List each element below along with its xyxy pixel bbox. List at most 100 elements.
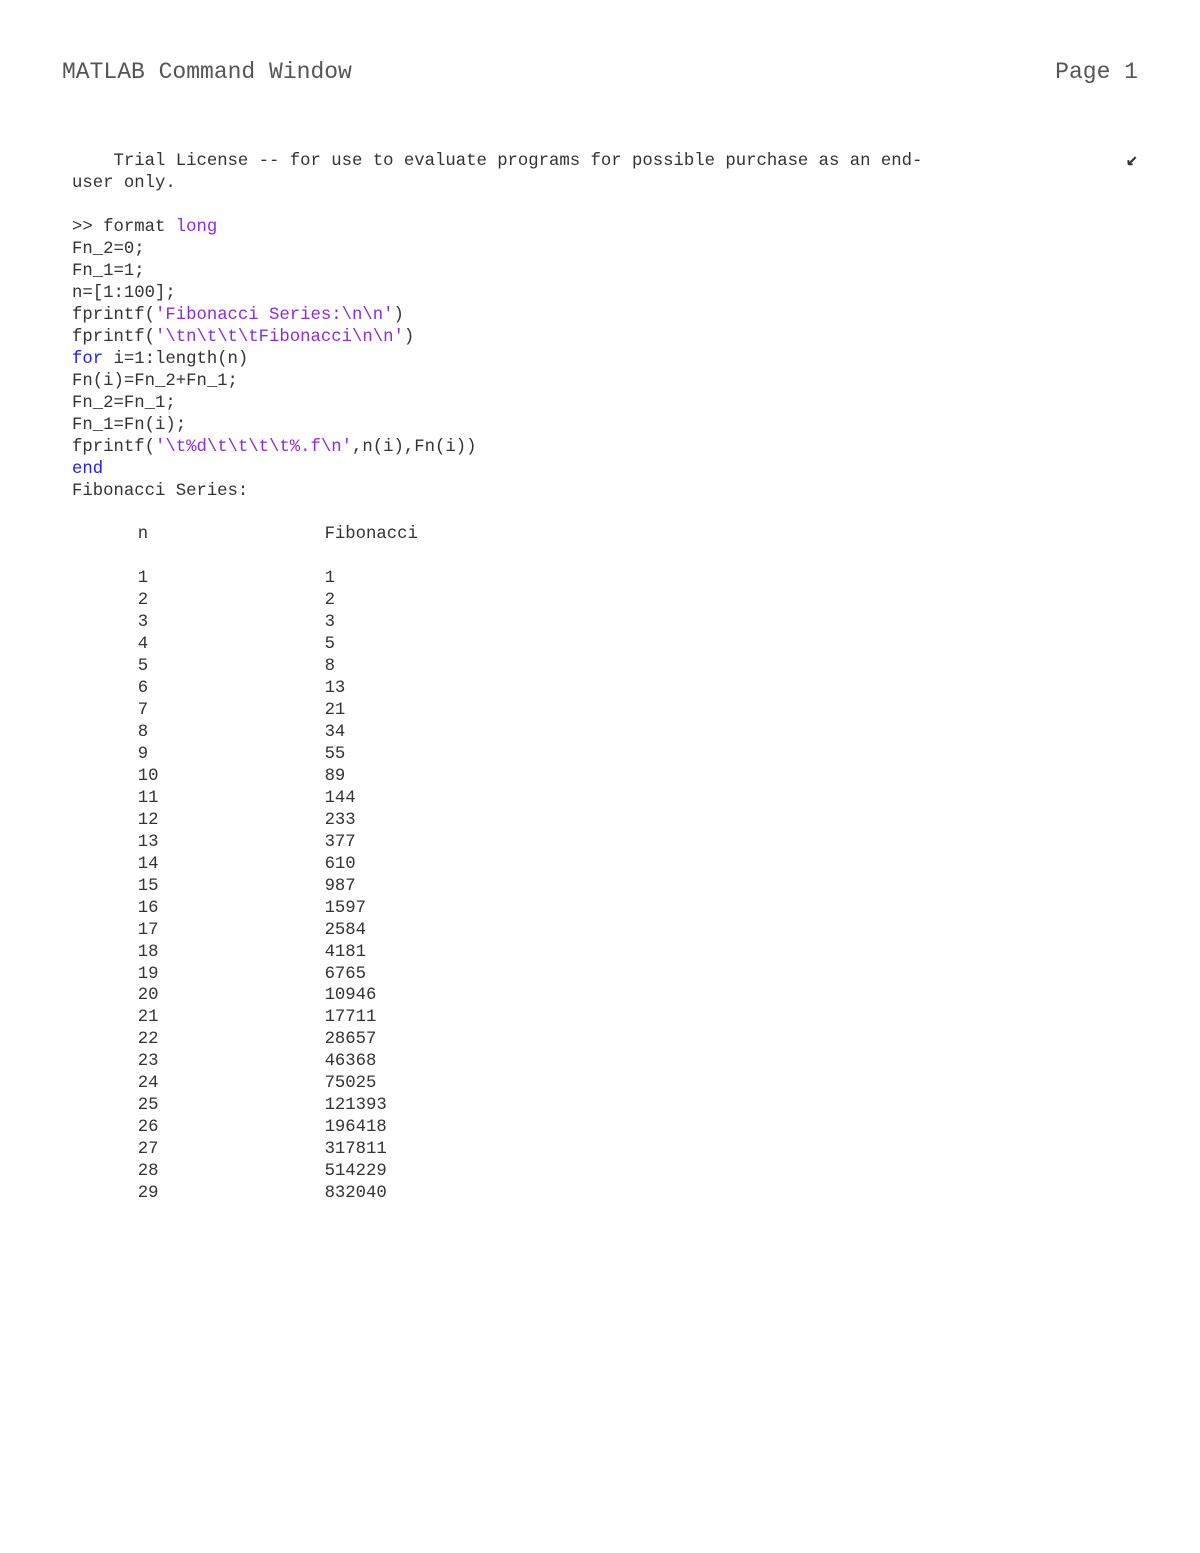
license-line-2: user only. [72,173,1138,195]
output-cell-fibonacci: 10946 [325,985,377,1007]
output-header-n: n [138,524,325,546]
output-row: 28514229 [72,1161,1138,1183]
output-row: 12233 [72,810,1138,832]
output-cell-fibonacci: 8 [325,656,335,678]
output-cell-n: 18 [138,942,325,964]
output-row: 26196418 [72,1117,1138,1139]
page: MATLAB Command Window Page 1 Trial Licen… [0,0,1200,1553]
code-text: ,n(i),Fn(i)) [352,438,476,457]
license-text-1-content: Trial License -- for use to evaluate pro… [113,152,922,171]
output-row: 2228657 [72,1029,1138,1051]
code-line: Fn_2=0; [72,239,1138,261]
output-cell-fibonacci: 75025 [325,1073,377,1095]
output-cell-n: 16 [138,898,325,920]
output-cell-fibonacci: 987 [325,876,356,898]
output-cell-fibonacci: 46368 [325,1051,377,1073]
output-row: 33 [72,612,1138,634]
output-cell-n: 29 [138,1183,325,1205]
output-cell-n: 3 [138,612,325,634]
output-cell-fibonacci: 610 [325,854,356,876]
page-header: MATLAB Command Window Page 1 [62,58,1138,87]
output-title: Fibonacci Series: [72,481,1138,503]
output-cell-fibonacci: 1 [325,568,335,590]
output-row: 613 [72,678,1138,700]
code-line-fprintf: fprintf('\tn\t\t\tFibonacci\n\n') [72,327,1138,349]
code-string: '\tn\t\t\tFibonacci\n\n' [155,328,404,347]
output-row: 721 [72,700,1138,722]
output-cell-n: 12 [138,810,325,832]
output-row: 11 [72,568,1138,590]
output-cell-n: 22 [138,1029,325,1051]
output-row: 13377 [72,832,1138,854]
line-wrap-icon: ↙ [1122,151,1138,171]
code-string: '\t%d\t\t\t\t%.f\n' [155,438,352,457]
code-text: ) [394,306,404,325]
output-cell-n: 21 [138,1007,325,1029]
output-cell-fibonacci: 55 [325,744,346,766]
output-cell-fibonacci: 121393 [325,1095,387,1117]
output-cell-fibonacci: 233 [325,810,356,832]
output-cell-fibonacci: 21 [325,700,346,722]
output-cell-fibonacci: 317811 [325,1139,387,1161]
code-text: fprintf( [72,328,155,347]
header-page-number: Page 1 [1055,58,1138,87]
output-cell-fibonacci: 6765 [325,964,366,986]
output-row: 14610 [72,854,1138,876]
output-row: 15987 [72,876,1138,898]
output-header-row: n Fibonacci [72,524,1138,546]
output-cell-n: 15 [138,876,325,898]
code-text: ) [404,328,414,347]
output-cell-n: 19 [138,964,325,986]
license-text-1: Trial License -- for use to evaluate pro… [72,151,1122,173]
output-row: 11144 [72,788,1138,810]
output-row: 161597 [72,898,1138,920]
output-cell-fibonacci: 832040 [325,1183,387,1205]
output-cell-n: 20 [138,985,325,1007]
output-row: 27317811 [72,1139,1138,1161]
output-cell-n: 28 [138,1161,325,1183]
output-row: 955 [72,744,1138,766]
output-row: 25121393 [72,1095,1138,1117]
output-cell-fibonacci: 2584 [325,920,366,942]
output-cell-n: 4 [138,634,325,656]
code-keyword: end [72,460,103,479]
output-cell-fibonacci: 1597 [325,898,366,920]
blank-line [72,195,1138,217]
output-cell-fibonacci: 13 [325,678,346,700]
code-line: Fn(i)=Fn_2+Fn_1; [72,371,1138,393]
document-body: Trial License -- for use to evaluate pro… [72,151,1138,1205]
output-cell-n: 13 [138,832,325,854]
output-cell-n: 8 [138,722,325,744]
output-cell-n: 6 [138,678,325,700]
output-cell-n: 9 [138,744,325,766]
prompt: >> [72,218,103,237]
output-row: 45 [72,634,1138,656]
output-cell-n: 2 [138,590,325,612]
output-row: 2117711 [72,1007,1138,1029]
output-row: 172584 [72,920,1138,942]
output-row: 834 [72,722,1138,744]
output-cell-fibonacci: 144 [325,788,356,810]
output-cell-n: 14 [138,854,325,876]
output-header-fibonacci: Fibonacci [325,524,418,546]
code-line-for: for i=1:length(n) [72,349,1138,371]
output-cell-fibonacci: 2 [325,590,335,612]
license-indent [72,152,113,171]
code-text: fprintf( [72,438,155,457]
output-cell-n: 5 [138,656,325,678]
output-row: 184181 [72,942,1138,964]
output-cell-n: 7 [138,700,325,722]
blank-line [72,502,1138,524]
code-text: fprintf( [72,306,155,325]
output-cell-fibonacci: 3 [325,612,335,634]
output-cell-fibonacci: 89 [325,766,346,788]
output-row: 2475025 [72,1073,1138,1095]
code-line: Fn_1=1; [72,261,1138,283]
output-cell-n: 10 [138,766,325,788]
code-line-fprintf: fprintf('Fibonacci Series:\n\n') [72,305,1138,327]
code-string: 'Fibonacci Series:\n\n' [155,306,394,325]
output-cell-n: 24 [138,1073,325,1095]
code-line: Fn_2=Fn_1; [72,393,1138,415]
output-cell-fibonacci: 5 [325,634,335,656]
output-cell-fibonacci: 28657 [325,1029,377,1051]
